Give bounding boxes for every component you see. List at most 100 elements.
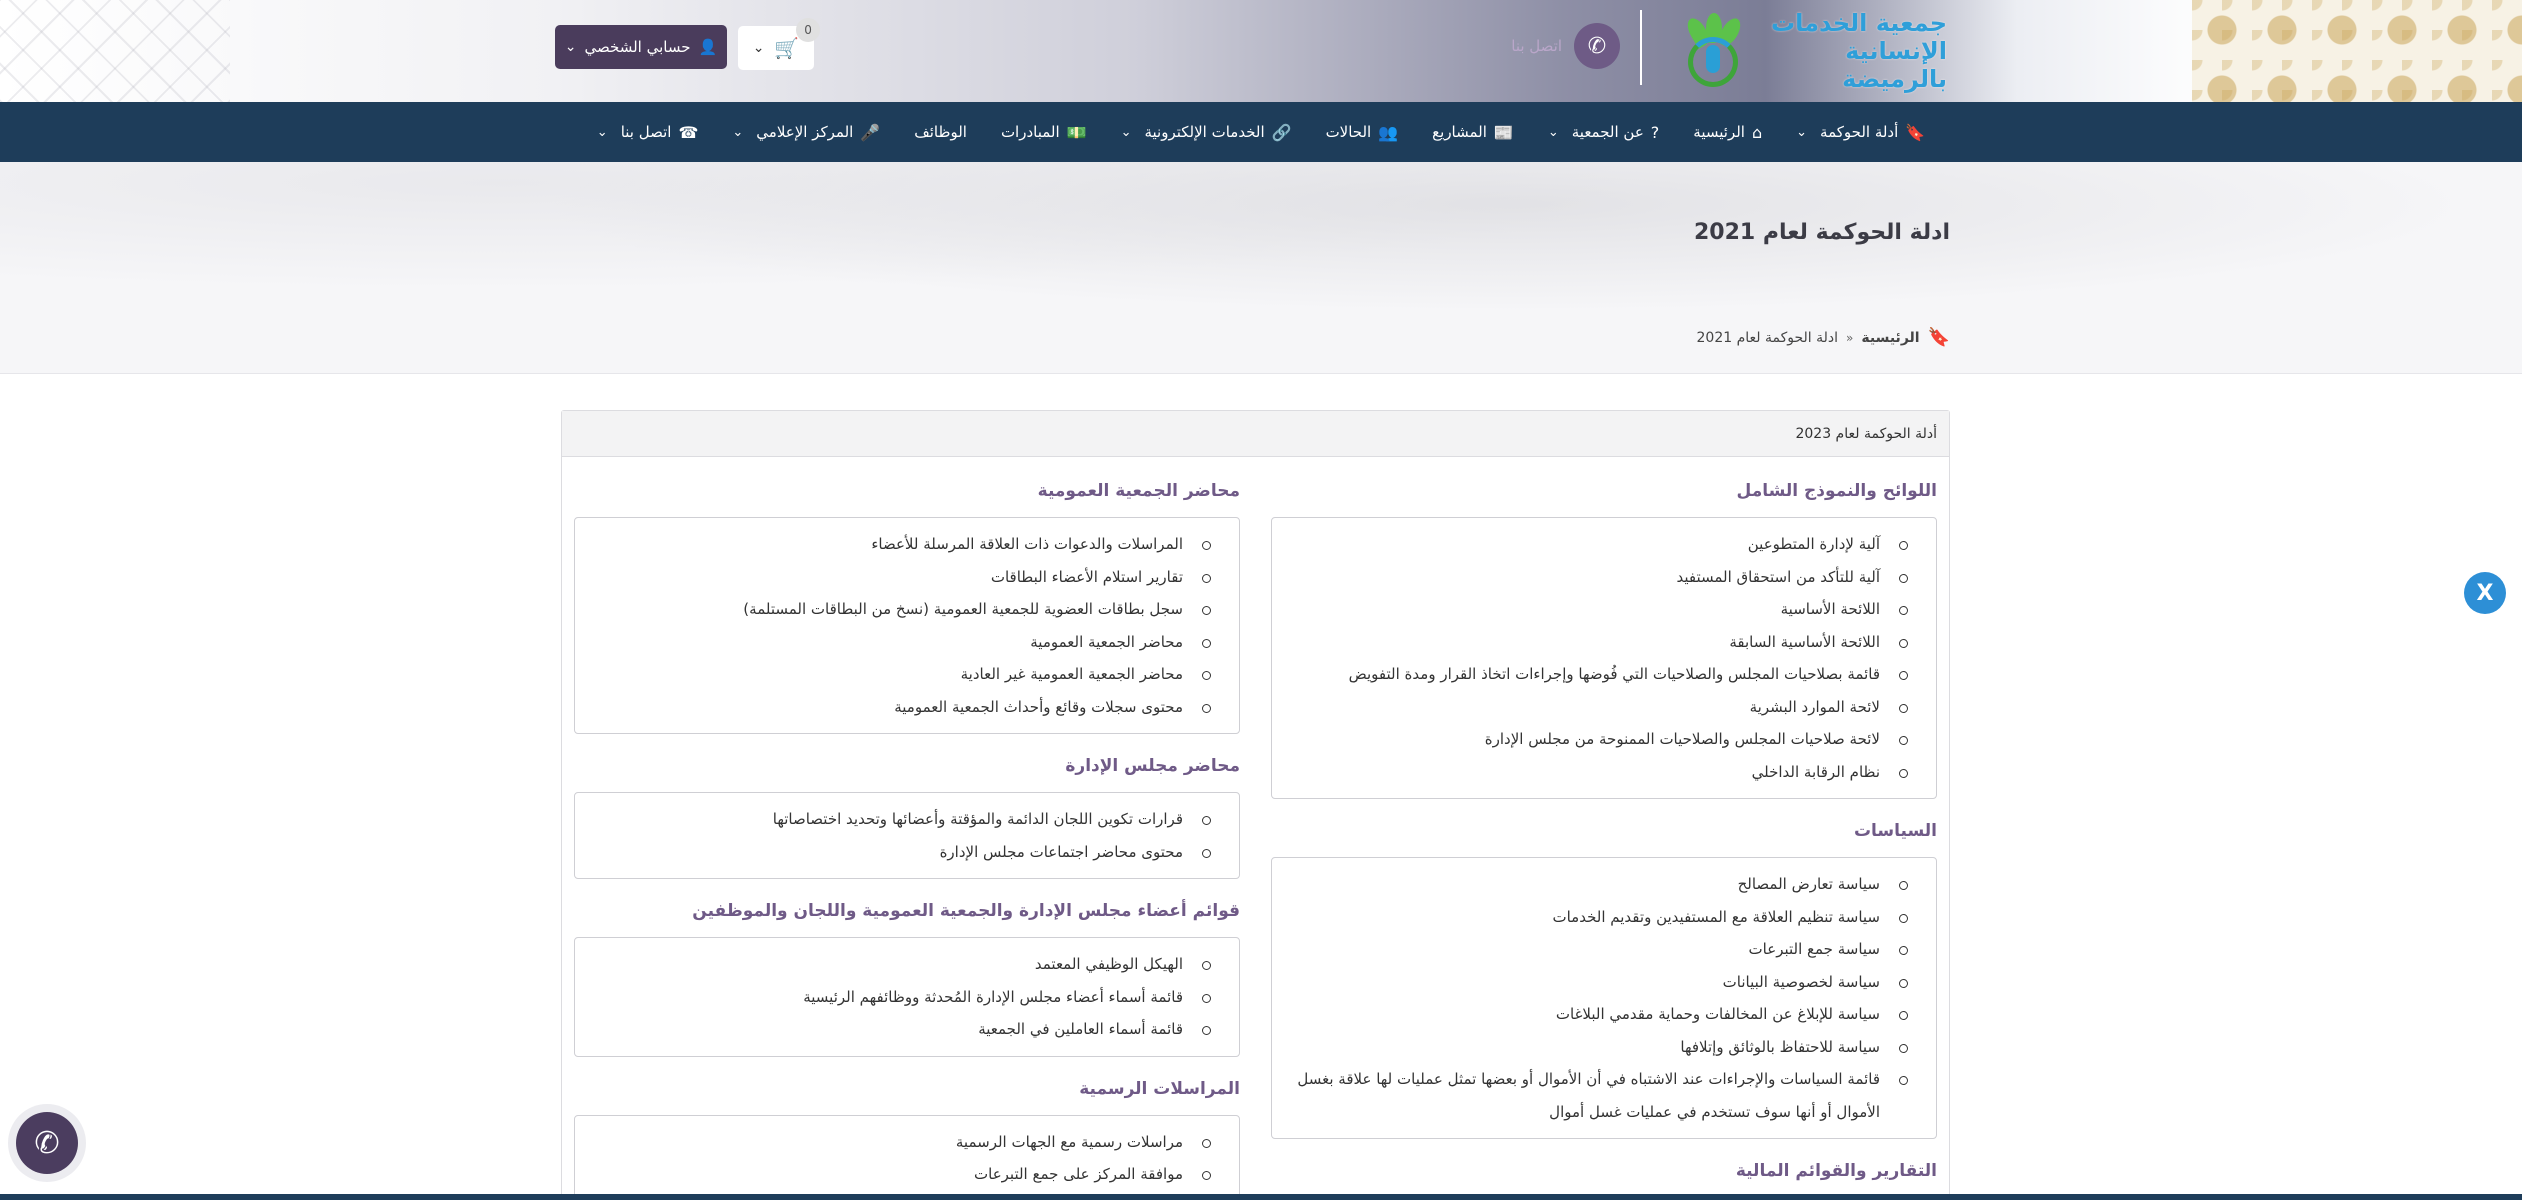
breadcrumb: 🔖 الرئيسية « ادلة الحوكمة لعام 2021 (1697, 327, 1950, 348)
nav-item-label: المركز الإعلامي (756, 123, 854, 141)
document-list: المراسلات والدعوات ذات العلاقة المرسلة ل… (589, 528, 1225, 723)
bookmark-icon: 🔖 (1905, 122, 1926, 142)
logo-emblem-icon (1682, 13, 1745, 89)
nav-items: 🔖 أدلة الحوكمة ⌄ ⌂ الرئيسية? عن الجمعية ⌄ 📰 المش… (597, 123, 1925, 142)
microphone-icon: 🎤 (860, 122, 881, 142)
breadcrumb-separator-icon: « (1846, 330, 1854, 345)
document-link[interactable]: لائحة الموارد البشرية (1286, 691, 1922, 724)
whatsapp-button[interactable]: ✆ (8, 1104, 86, 1182)
document-link[interactable]: لائحة صلاحيات المجلس والصلاحيات الممنوحة… (1286, 723, 1922, 756)
nav-item-0[interactable]: 🔖 أدلة الحوكمة ⌄ (1796, 123, 1925, 142)
document-link[interactable]: قائمة أسماء العاملين في الجمعية (589, 1013, 1225, 1046)
document-link[interactable]: موافقة المركز على جمع التبرعات (589, 1158, 1225, 1191)
document-link[interactable]: سياسة للإبلاغ عن المخالفات وحماية مقدمي … (1286, 998, 1922, 1031)
document-link[interactable]: الهيكل الوظيفي المعتمد (589, 948, 1225, 981)
user-icon: 👤 (698, 38, 718, 56)
breadcrumb-current: ادلة الحوكمة لعام 2021 (1696, 329, 1839, 346)
nav-item-label: الوظائف (914, 123, 967, 141)
nav-item-label: الخدمات الإلكترونية (1144, 123, 1265, 141)
chevron-down-icon: ⌄ (752, 40, 765, 56)
nav-item-7[interactable]: الوظائف (914, 123, 967, 141)
nav-item-1[interactable]: ⌂ الرئيسية (1693, 123, 1762, 142)
nav-item-label: المشاريع (1432, 123, 1487, 141)
question-icon: ? (1650, 122, 1660, 142)
document-link[interactable]: سياسة للاحتفاظ بالوثائق وإتلافها (1286, 1031, 1922, 1064)
right-column: اللوائح والنموذج الشامل آلية لإدارة المتط… (1271, 481, 1937, 1200)
newspaper-icon: 📰 (1493, 122, 1514, 142)
users-icon: 👥 (1378, 122, 1399, 142)
link-icon: 🔗 (1271, 122, 1292, 142)
nav-item-label: عن الجمعية (1571, 123, 1644, 141)
document-link[interactable]: مراسلات رسمية مع الجهات الرسمية (589, 1126, 1225, 1159)
document-link[interactable]: سياسة تنظيم العلاقة مع المستفيدين وتقديم… (1286, 901, 1922, 934)
document-link[interactable]: اللائحة الأساسية السابقة (1286, 626, 1922, 659)
nav-item-label: الحالات (1325, 123, 1372, 141)
document-link[interactable]: قائمة السياسات والإجراءات عند الاشتباه ف… (1286, 1063, 1922, 1128)
phone-label: اتصل بنا (1511, 37, 1562, 55)
header-divider (1640, 10, 1642, 85)
logo-line2: الإنسانية بالرميضة (1842, 37, 1947, 93)
section-title: محاضر الجمعية العمومية (1037, 481, 1240, 501)
nav-item-4[interactable]: 👥 الحالات (1326, 123, 1399, 142)
x-logo-icon: X (2476, 580, 2494, 606)
top-header: جمعية الخدمات الإنسانية بالرميضة ✆ اتصل … (0, 0, 2522, 102)
chevron-down-icon: ⌄ (1796, 124, 1808, 140)
section-title: السياسات (1853, 821, 1937, 841)
document-link[interactable]: محاضر الجمعية العمومية غير العادية (589, 658, 1225, 691)
document-link[interactable]: تقارير استلام الأعضاء البطاقات (589, 561, 1225, 594)
nav-item-5[interactable]: 🔗 الخدمات الإلكترونية ⌄ (1121, 123, 1292, 142)
page-banner (0, 162, 2522, 374)
phone-contact[interactable]: ✆ اتصل بنا (1511, 20, 1620, 72)
section-box: سياسة تعارض المصالح سياسة تنظيم العلاقة م… (1271, 857, 1937, 1139)
document-link[interactable]: محاضر الجمعية العمومية (589, 626, 1225, 659)
account-button[interactable]: ⌄ حسابي الشخصي 👤 (555, 25, 727, 69)
section-box: قرارات تكوين اللجان الدائمة والمؤقتة وأع… (574, 792, 1240, 879)
governance-card: أدلة الحوكمة لعام 2023 اللوائح والنموذج … (561, 410, 1950, 1200)
whatsapp-icon: ✆ (16, 1112, 78, 1174)
x-social-button[interactable]: X (2464, 572, 2506, 614)
card-header: أدلة الحوكمة لعام 2023 (562, 411, 1949, 457)
document-link[interactable]: سياسة جمع التبرعات (1286, 933, 1922, 966)
nav-item-9[interactable]: ☎ اتصل بنا ⌄ (597, 123, 699, 142)
section-box: مراسلات رسمية مع الجهات الرسمية موافقة ال… (574, 1114, 1240, 1200)
page-title: ادلة الحوكمة لعام 2021 (1693, 220, 1950, 245)
bookmark-icon: 🔖 (1927, 327, 1950, 348)
nav-item-label: اتصل بنا (620, 123, 672, 141)
decorative-pattern-left (0, 0, 230, 102)
document-link[interactable]: قرارات تكوين اللجان الدائمة والمؤقتة وأع… (589, 803, 1225, 836)
nav-item-8[interactable]: 🎤 المركز الإعلامي ⌄ (732, 123, 880, 142)
chevron-down-icon: ⌄ (732, 124, 744, 140)
money-icon: 💵 (1066, 122, 1087, 142)
section-title: التقارير والقوائم المالية (1735, 1161, 1937, 1181)
document-link[interactable]: قائمة بصلاحيات المجلس والصلاحيات التي فُ… (1286, 658, 1922, 691)
document-link[interactable]: محتوى محاضر اجتماعات مجلس الإدارة (589, 836, 1225, 869)
document-link[interactable]: نظام الرقابة الداخلي (1286, 756, 1922, 789)
phone-icon: ☎ (678, 122, 699, 142)
document-link[interactable]: سياسة لخصوصية البيانات (1286, 966, 1922, 999)
cart-button[interactable]: 🛒 ⌄ 0 (738, 18, 820, 70)
nav-item-6[interactable]: 💵 المبادرات (1001, 123, 1087, 142)
section-box: آلية لإدارة المتطوعين آلية للتأكد من استح… (1271, 517, 1937, 799)
cart-count-badge: 0 (796, 18, 820, 42)
document-link[interactable]: محتوى سجلات وقائع وأحداث الجمعية العمومي… (589, 691, 1225, 724)
nav-item-label: أدلة الحوكمة (1820, 123, 1899, 141)
nav-item-label: المبادرات (1000, 123, 1060, 141)
document-link[interactable]: سياسة تعارض المصالح (1286, 868, 1922, 901)
section-title: المراسلات الرسمية (1079, 1078, 1240, 1099)
document-link[interactable]: آلية للتأكد من استحقاق المستفيد (1286, 561, 1922, 594)
decorative-pattern-right (2192, 0, 2522, 102)
document-link[interactable]: اللائحة الأساسية (1286, 593, 1922, 626)
nav-item-label: الرئيسية (1693, 123, 1745, 141)
document-link[interactable]: قائمة أسماء أعضاء مجلس الإدارة المُحدثة … (589, 981, 1225, 1014)
phone-icon: ✆ (1574, 23, 1620, 69)
site-logo[interactable]: جمعية الخدمات الإنسانية بالرميضة (1682, 8, 1947, 94)
document-link[interactable]: المراسلات والدعوات ذات العلاقة المرسلة ل… (589, 528, 1225, 561)
nav-item-3[interactable]: 📰 المشاريع (1432, 123, 1514, 142)
chevron-down-icon: ⌄ (1120, 124, 1132, 140)
breadcrumb-home-link[interactable]: الرئيسية (1861, 330, 1919, 346)
nav-item-2[interactable]: ? عن الجمعية ⌄ (1548, 123, 1659, 142)
section-title: اللوائح والنموذج الشامل (1736, 481, 1937, 501)
document-link[interactable]: آلية لإدارة المتطوعين (1286, 528, 1922, 561)
home-icon: ⌂ (1751, 122, 1763, 142)
document-link[interactable]: سجل بطاقات العضوية للجمعية العمومية (نسخ… (589, 593, 1225, 626)
